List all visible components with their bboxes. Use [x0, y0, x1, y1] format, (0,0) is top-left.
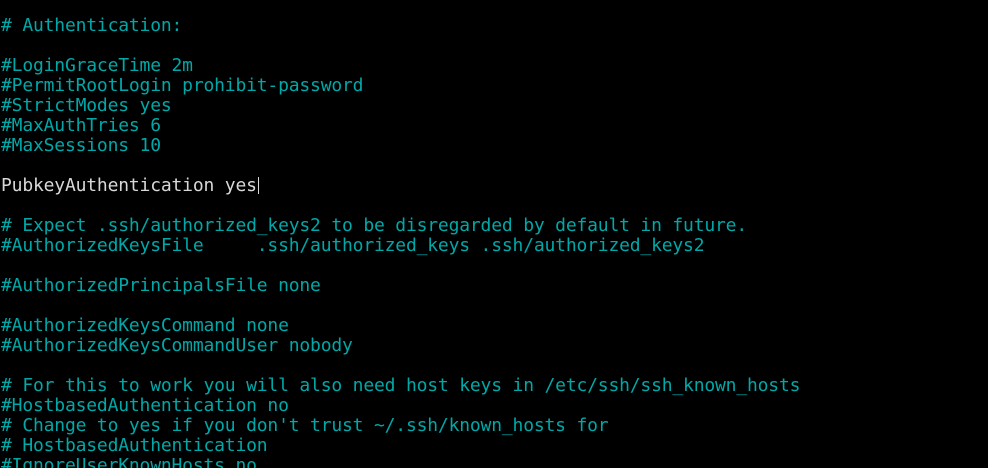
editor-line-text: PubkeyAuthentication yes [1, 175, 257, 196]
editor-line[interactable] [1, 156, 800, 176]
editor-line[interactable]: #HostbasedAuthentication no [1, 396, 800, 416]
editor-line[interactable]: #LoginGraceTime 2m [1, 56, 800, 76]
editor-line[interactable]: #AuthorizedKeysFile .ssh/authorized_keys… [1, 236, 800, 256]
editor-line[interactable]: #PermitRootLogin prohibit-password [1, 76, 800, 96]
editor-line[interactable]: #MaxSessions 10 [1, 136, 800, 156]
editor-line[interactable]: # Expect .ssh/authorized_keys2 to be dis… [1, 216, 800, 236]
editor-line[interactable] [1, 36, 800, 56]
editor-line[interactable]: #AuthorizedPrincipalsFile none [1, 276, 800, 296]
editor-line-active[interactable]: PubkeyAuthentication yes [1, 176, 800, 196]
editor-line[interactable] [1, 196, 800, 216]
editor-line[interactable]: # Change to yes if you don't trust ~/.ss… [1, 416, 800, 436]
editor-line[interactable]: # For this to work you will also need ho… [1, 376, 800, 396]
editor-line[interactable] [1, 296, 800, 316]
editor-line[interactable] [1, 356, 800, 376]
editor-line[interactable]: #StrictModes yes [1, 96, 800, 116]
editor-line[interactable]: # HostbasedAuthentication [1, 436, 800, 456]
terminal-editor[interactable]: # Authentication: #LoginGraceTime 2m #Pe… [0, 0, 988, 468]
editor-line[interactable]: #IgnoreUserKnownHosts no [1, 456, 800, 468]
editor-line[interactable]: #MaxAuthTries 6 [1, 116, 800, 136]
editor-line[interactable]: # Authentication: [1, 16, 800, 36]
text-cursor [257, 177, 259, 194]
editor-content[interactable]: # Authentication: #LoginGraceTime 2m #Pe… [1, 16, 800, 468]
editor-line[interactable]: #AuthorizedKeysCommand none [1, 316, 800, 336]
editor-line[interactable] [1, 256, 800, 276]
editor-line[interactable]: #AuthorizedKeysCommandUser nobody [1, 336, 800, 356]
